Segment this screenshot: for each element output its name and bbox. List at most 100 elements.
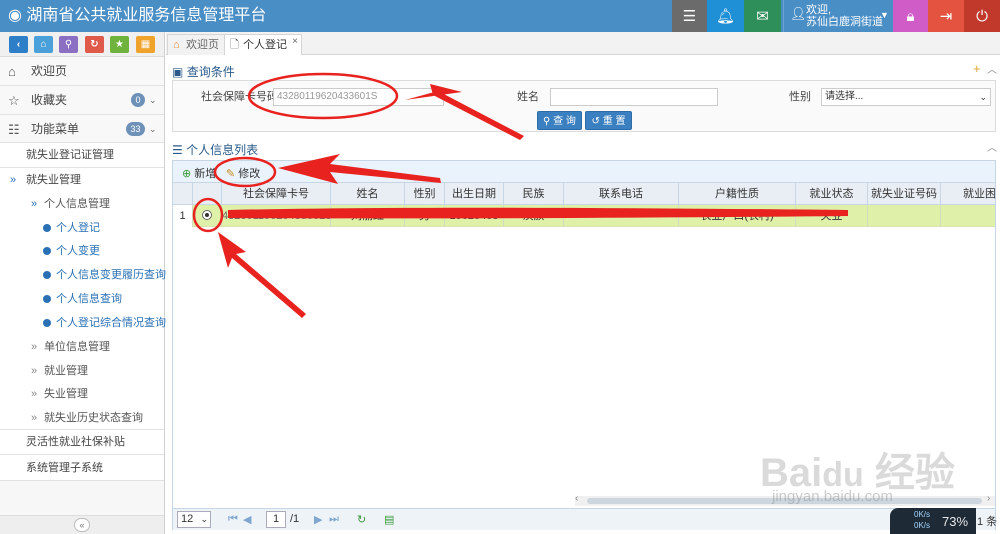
sidebar-item-change-history[interactable]: 个人信息变更履历查询 [0, 263, 166, 287]
grid-pager: 12 ⌄ ⏮ ◀ 1 /1 ▶ ⏭ ↻ ▤ 1 条 [173, 508, 997, 530]
row-nation: 汉族 [504, 205, 564, 227]
sidebar-collapse-bar: « [0, 515, 164, 534]
sidebar-item-label: 就失业管理 [26, 174, 81, 186]
calendar-icon: ▣ [172, 65, 184, 79]
header-ssn[interactable]: 社会保障卡号 [222, 183, 331, 205]
favorites-count-badge: 0 [131, 93, 145, 107]
close-icon[interactable]: × [292, 32, 298, 52]
search-button[interactable]: ⚲ 查 询 [537, 111, 582, 130]
edit-button[interactable]: ✎ 修改 [226, 165, 260, 181]
last-page-icon[interactable]: ⏭ [329, 513, 339, 526]
grid-button[interactable]: ▦ [136, 36, 155, 53]
sidebar-item-label: 就业管理 [44, 365, 88, 377]
collapse-sidebar-button[interactable]: « [74, 518, 90, 532]
page-input[interactable]: 1 [266, 511, 286, 528]
user-menu[interactable]: 👤︎ 欢迎, 苏仙白鹿洞街道 ▼ [783, 0, 893, 32]
header-gender[interactable]: 性别 [405, 183, 445, 205]
sidebar-item-favorites[interactable]: ☆ 收藏夹 0 ⌄ [0, 86, 164, 115]
header-birth[interactable]: 出生日期 [445, 183, 504, 205]
sidebar-item-menu[interactable]: ☷ 功能菜单 33 ⌄ [0, 115, 164, 143]
radio-selected-icon[interactable] [202, 210, 212, 220]
refresh-icon[interactable]: ↻ [357, 513, 366, 526]
chevron-right-icon: » [31, 341, 38, 353]
header-cert[interactable]: 就失业证号码 [868, 183, 941, 205]
ssn-input[interactable]: 43280119620433601S [273, 88, 444, 106]
header-difficulty[interactable]: 就业困难 [941, 183, 995, 205]
first-page-icon[interactable]: ⏮ [228, 513, 238, 526]
row-hukou: 农业户口(农村) [679, 205, 796, 227]
row-cert [868, 205, 941, 227]
collapse-up-icon[interactable]: ︿ [987, 139, 997, 154]
search-button[interactable]: ⚲ [59, 36, 78, 53]
grid-toolbar: ⊕ 新增 ✎ 修改 [173, 161, 995, 183]
expand-plus-icon[interactable]: + [973, 61, 981, 76]
scroll-right-icon[interactable]: › [987, 493, 990, 504]
header-name[interactable]: 姓名 [331, 183, 405, 205]
sidebar-item-history-query[interactable]: » 就失业历史状态查询 [0, 406, 164, 430]
header-status[interactable]: 就业状态 [796, 183, 868, 205]
export-icon[interactable]: ▤ [384, 513, 394, 526]
notification-button[interactable]: 🔔︎ [707, 0, 744, 32]
name-input[interactable] [550, 88, 718, 106]
row-select-cell[interactable] [193, 205, 222, 227]
scroll-left-icon[interactable]: ‹ [575, 493, 578, 504]
home-button[interactable]: ⌂ [34, 36, 53, 53]
sidebar-item-reg-summary[interactable]: 个人登记综合情况查询 [0, 311, 166, 335]
sidebar-item-personal-info[interactable]: » 个人信息管理 [0, 192, 164, 216]
total-pages: /1 [290, 513, 300, 525]
header-phone[interactable]: 联系电话 [564, 183, 679, 205]
next-page-icon[interactable]: ▶ [314, 513, 322, 526]
table-row[interactable]: 1 43280119620433601S 刘丽红 男 19620403 汉族 农… [173, 205, 995, 227]
tab-personal-reg[interactable]: 🗋︎ 个人登记 × [224, 34, 302, 55]
tab-bar: ⌂ 欢迎页 🗋︎ 个人登记 × [166, 32, 1000, 55]
sidebar-item-label: 就失业历史状态查询 [44, 412, 143, 424]
grid-header: 社会保障卡号 姓名 性别 出生日期 民族 联系电话 户籍性质 就业状态 就失业证… [173, 183, 995, 205]
sidebar-item-reg-cert[interactable]: 就失业登记证管理 [0, 143, 164, 168]
sidebar-item-unemp-mgmt[interactable]: » 失业管理 [0, 382, 164, 406]
net-speed-widget: 0K/s 0K/s 73% [890, 508, 976, 534]
search-icon: ⚲ [543, 116, 551, 127]
add-button[interactable]: ⊕ 新增 [182, 165, 216, 181]
header-nation[interactable]: 民族 [504, 183, 564, 205]
sidebar-item-flexible[interactable]: 灵活性就业社保补贴 [0, 430, 164, 455]
favorite-button[interactable]: ★ [110, 36, 129, 53]
sidebar-item-employment[interactable]: » 就失业管理 [0, 168, 164, 193]
header-index [173, 183, 193, 205]
query-section-title: ▣ 查询条件 [172, 65, 235, 79]
back-button[interactable]: ‹ [9, 36, 28, 53]
envelope-icon: ✉ [756, 8, 769, 25]
row-difficulty [941, 205, 995, 227]
sidebar: ‹ ⌂ ⚲ ↻ ★ ▦ ⌂ 欢迎页 ☆ 收藏夹 0 ⌄ ☷ 功能菜单 33 ⌄ … [0, 32, 166, 534]
bell-icon: 🔔︎ [715, 8, 736, 25]
sidebar-item-welcome[interactable]: ⌂ 欢迎页 [0, 57, 164, 86]
app-title: 湖南省公共就业服务信息管理平台 [26, 7, 267, 24]
refresh-button[interactable]: ↻ [85, 36, 104, 53]
sidebar-item-sysmgmt[interactable]: 系统管理子系统 [0, 455, 164, 481]
edit-icon: ✎ [226, 168, 236, 180]
header-hukou[interactable]: 户籍性质 [679, 183, 796, 205]
sidebar-item-label: 收藏夹 [31, 93, 68, 107]
gender-select[interactable]: 请选择... ⌄ [821, 88, 991, 106]
sidebar-item-info-query[interactable]: 个人信息查询 [0, 287, 164, 311]
page-size-select[interactable]: 12 ⌄ [177, 511, 211, 528]
document-icon: 🗋︎ [230, 39, 239, 51]
tab-welcome[interactable]: ⌂ 欢迎页 [167, 34, 226, 55]
message-button[interactable]: ✉ [744, 0, 781, 32]
sidebar-item-unit-info[interactable]: » 单位信息管理 [0, 335, 164, 359]
tab-label: 个人登记 [243, 39, 287, 51]
collapse-up-icon[interactable]: ︿ [987, 61, 997, 76]
header-select [193, 183, 222, 205]
sidebar-item-personal-reg[interactable]: 个人登记 [0, 216, 164, 240]
reset-button[interactable]: ↺ 重 置 [585, 111, 632, 130]
lock-button[interactable]: 🔒︎ [893, 0, 928, 32]
logout-button[interactable]: ⇥ [928, 0, 964, 32]
sidebar-item-personal-change[interactable]: 个人变更 [0, 239, 164, 263]
sidebar-item-label: 个人信息查询 [56, 293, 122, 305]
sidebar-item-label: 个人变更 [56, 245, 100, 257]
plus-circle-icon: ⊕ [182, 168, 192, 180]
task-list-button[interactable]: ☰ [672, 0, 707, 32]
prev-page-icon[interactable]: ◀ [243, 513, 251, 526]
power-button[interactable]: ⏻ [964, 0, 1000, 32]
row-phone [564, 205, 679, 227]
sidebar-item-job-mgmt[interactable]: » 就业管理 [0, 359, 164, 383]
